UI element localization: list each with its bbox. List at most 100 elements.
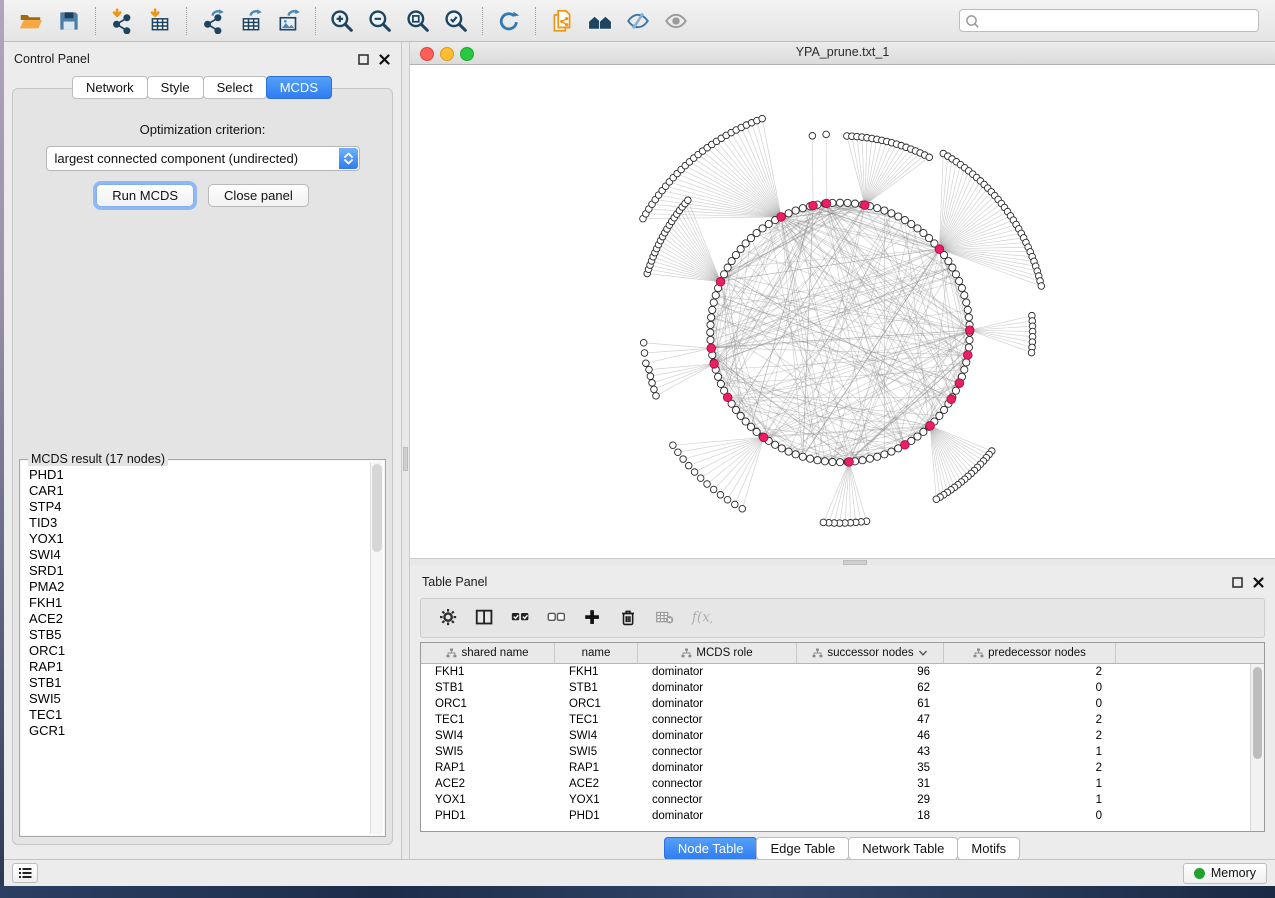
hide-graphics-icon[interactable]: [619, 4, 657, 38]
table-row[interactable]: RAP1RAP1dominator352: [421, 760, 1251, 776]
splitter-grip[interactable]: [843, 560, 867, 565]
table-cell: 1: [944, 794, 1116, 806]
mcds-result-item[interactable]: SWI5: [29, 691, 371, 707]
table-row[interactable]: ORC1ORC1dominator610: [421, 696, 1251, 712]
mcds-list-scrollbar[interactable]: [370, 462, 383, 834]
mcds-result-item[interactable]: YOX1: [29, 531, 371, 547]
table-row[interactable]: SWI4SWI4dominator462: [421, 728, 1251, 744]
column-header-shared-name[interactable]: shared name: [421, 643, 555, 663]
table-header-row: shared namenameMCDS rolesuccessor nodesp…: [421, 643, 1264, 664]
memory-button[interactable]: Memory: [1183, 863, 1267, 884]
optimization-select[interactable]: largest connected component (undirected): [46, 146, 360, 171]
table-row[interactable]: STB1STB1dominator620: [421, 680, 1251, 696]
zoom-in-icon[interactable]: [323, 4, 361, 38]
network-document-icon[interactable]: [543, 4, 581, 38]
function-builder-icon[interactable]: f(x): [683, 603, 719, 633]
mcds-result-item[interactable]: PHD1: [29, 467, 371, 483]
splitter-grip[interactable]: [403, 447, 408, 471]
tab-edge-table[interactable]: Edge Table: [756, 837, 849, 860]
panel-chooser-button[interactable]: [12, 863, 38, 883]
mcds-result-group: MCDS result (17 nodes) PHD1CAR1STP4TID3Y…: [19, 459, 386, 837]
mcds-result-item[interactable]: TID3: [29, 515, 371, 531]
table-cell: SWI4: [555, 730, 638, 742]
table-cell: dominator: [638, 810, 797, 822]
table-cell: TEC1: [421, 714, 555, 726]
table-row[interactable]: SWI5SWI5connector431: [421, 744, 1251, 760]
export-network-icon[interactable]: [194, 4, 232, 38]
table-cell: 29: [797, 794, 944, 806]
mcds-result-item[interactable]: STB1: [29, 675, 371, 691]
tree-icon: [812, 648, 823, 658]
export-table-icon[interactable]: [232, 4, 270, 38]
table-row[interactable]: TEC1TEC1connector472: [421, 712, 1251, 728]
zoom-out-icon[interactable]: [361, 4, 399, 38]
table-cell: dominator: [638, 682, 797, 694]
table-row[interactable]: ACE2ACE2connector311: [421, 776, 1251, 792]
float-panel-icon[interactable]: [357, 53, 370, 66]
mcds-result-item[interactable]: TEC1: [29, 707, 371, 723]
zoom-selected-icon[interactable]: [437, 4, 475, 38]
mcds-result-item[interactable]: ACE2: [29, 611, 371, 627]
table-cell: RAP1: [555, 762, 638, 774]
table-cell: 18: [797, 810, 944, 822]
show-panels-icon[interactable]: [581, 4, 619, 38]
table-row[interactable]: FKH1FKH1dominator962: [421, 664, 1251, 680]
unselect-all-columns-icon[interactable]: [539, 603, 575, 633]
save-session-icon[interactable]: [50, 4, 88, 38]
apply-layout-icon[interactable]: [490, 4, 528, 38]
close-panel-button[interactable]: Close panel: [208, 184, 309, 207]
mcds-buttons-row: Run MCDS Close panel: [13, 184, 392, 207]
mcds-result-item[interactable]: SWI4: [29, 547, 371, 563]
network-graph-canvas[interactable]: [410, 65, 1275, 558]
toolbar-separator: [535, 7, 536, 35]
mcds-result-item[interactable]: FKH1: [29, 595, 371, 611]
gear-icon[interactable]: [431, 603, 467, 633]
import-network-icon[interactable]: [103, 4, 141, 38]
tab-network[interactable]: Network: [72, 76, 148, 99]
tab-node-table[interactable]: Node Table: [664, 837, 758, 860]
column-header-MCDS-role[interactable]: MCDS role: [638, 643, 797, 663]
add-column-icon[interactable]: [575, 603, 611, 633]
mcds-result-item[interactable]: STB5: [29, 627, 371, 643]
mcds-result-item[interactable]: STP4: [29, 499, 371, 515]
mcds-result-item[interactable]: CAR1: [29, 483, 371, 499]
delete-column-icon[interactable]: [611, 603, 647, 633]
scrollbar-thumb[interactable]: [1253, 667, 1262, 759]
mcds-result-list[interactable]: PHD1CAR1STP4TID3YOX1SWI4SRD1PMA2FKH1ACE2…: [22, 464, 371, 834]
close-panel-icon[interactable]: [378, 53, 391, 66]
float-panel-icon[interactable]: [1231, 576, 1244, 589]
open-session-icon[interactable]: [12, 4, 50, 38]
column-header-successor-nodes[interactable]: successor nodes: [797, 643, 944, 663]
column-header-predecessor-nodes[interactable]: predecessor nodes: [944, 643, 1116, 663]
right-column: YPA_prune.txt_1 Table Panel f(x) shared …: [410, 42, 1275, 859]
export-image-icon[interactable]: [270, 4, 308, 38]
tab-style[interactable]: Style: [147, 76, 204, 99]
tab-network-table[interactable]: Network Table: [848, 837, 958, 860]
vertical-splitter[interactable]: [401, 42, 410, 859]
table-row[interactable]: PHD1PHD1dominator180: [421, 808, 1251, 824]
select-all-columns-icon[interactable]: [503, 603, 539, 633]
run-mcds-button[interactable]: Run MCDS: [96, 184, 194, 207]
tab-mcds[interactable]: MCDS: [266, 76, 332, 99]
mcds-result-item[interactable]: GCR1: [29, 723, 371, 739]
tab-select[interactable]: Select: [203, 76, 267, 99]
network-title: YPA_prune.txt_1: [410, 45, 1275, 59]
mcds-result-item[interactable]: RAP1: [29, 659, 371, 675]
table-scrollbar[interactable]: [1250, 664, 1264, 831]
split-columns-icon[interactable]: [467, 603, 503, 633]
import-table-icon[interactable]: [141, 4, 179, 38]
mcds-result-item[interactable]: SRD1: [29, 563, 371, 579]
column-header-name[interactable]: name: [555, 643, 638, 663]
tab-motifs[interactable]: Motifs: [957, 837, 1020, 860]
show-graphics-icon[interactable]: [657, 4, 695, 38]
horizontal-splitter[interactable]: [410, 558, 1275, 565]
table-cell: ORC1: [555, 698, 638, 710]
close-panel-icon[interactable]: [1252, 576, 1265, 589]
search-input[interactable]: [959, 9, 1259, 32]
delete-table-icon[interactable]: [647, 603, 683, 633]
mcds-result-item[interactable]: PMA2: [29, 579, 371, 595]
mcds-result-item[interactable]: ORC1: [29, 643, 371, 659]
toolbar-separator: [315, 7, 316, 35]
table-row[interactable]: YOX1YOX1connector291: [421, 792, 1251, 808]
zoom-fit-icon[interactable]: [399, 4, 437, 38]
